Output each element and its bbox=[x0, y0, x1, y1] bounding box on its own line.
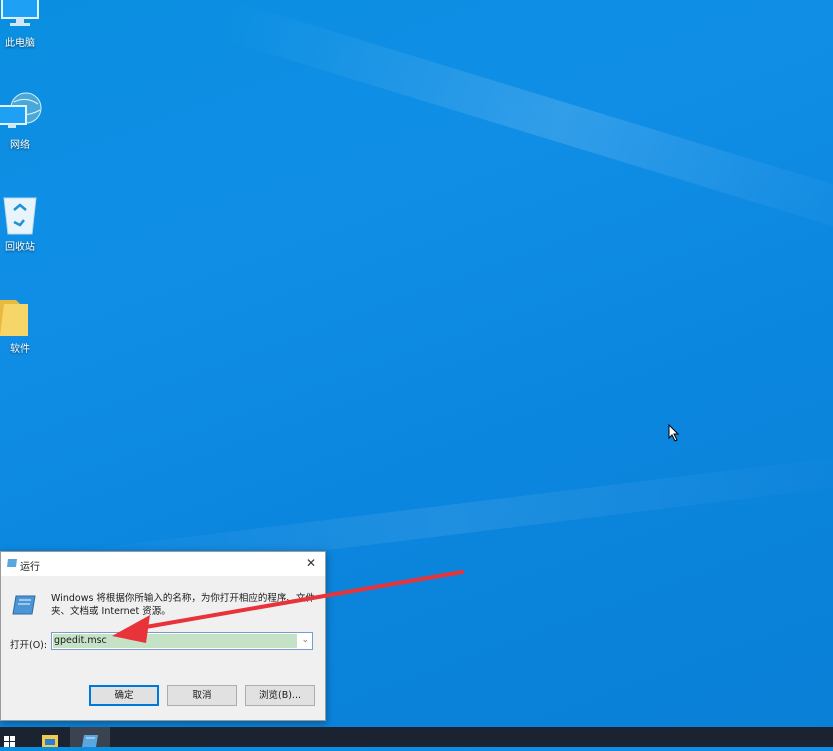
taskbar-run[interactable] bbox=[70, 727, 110, 747]
computer-icon bbox=[1, 0, 39, 26]
dialog-titlebar[interactable]: 运行 ✕ bbox=[1, 552, 325, 576]
run-dialog: 运行 ✕ Windows 将根据你所输入的名称，为你打开相应的程序、文件夹、文档… bbox=[0, 551, 326, 721]
taskbar-file-explorer[interactable] bbox=[36, 727, 64, 747]
desktop-icon-network[interactable]: 网络 bbox=[0, 90, 44, 151]
windows-logo-icon bbox=[4, 736, 15, 747]
dialog-description: Windows 将根据你所输入的名称，为你打开相应的程序、文件夹、文档或 Int… bbox=[51, 593, 315, 617]
cancel-button[interactable]: 取消 bbox=[167, 685, 237, 706]
run-command-input[interactable]: gpedit.msc ⌄ bbox=[51, 632, 313, 650]
run-command-value[interactable]: gpedit.msc bbox=[53, 634, 297, 648]
close-icon[interactable]: ✕ bbox=[297, 552, 325, 576]
desktop-icon-label: 回收站 bbox=[5, 242, 35, 253]
browse-button[interactable]: 浏览(B)... bbox=[245, 685, 315, 706]
taskbar bbox=[0, 727, 833, 747]
recycle-bin-icon bbox=[3, 197, 37, 235]
run-icon bbox=[82, 735, 98, 747]
chevron-down-icon[interactable]: ⌄ bbox=[301, 635, 309, 645]
desktop-icon-label: 软件 bbox=[10, 344, 30, 355]
desktop-icon-recycle-bin[interactable]: 回收站 bbox=[0, 192, 44, 253]
desktop-icon-software-folder[interactable]: 软件 bbox=[0, 294, 44, 355]
network-icon bbox=[0, 92, 42, 128]
start-button[interactable] bbox=[0, 727, 22, 747]
run-app-icon bbox=[12, 595, 36, 615]
run-icon bbox=[7, 559, 17, 567]
mouse-cursor-icon bbox=[668, 424, 680, 442]
ok-button[interactable]: 确定 bbox=[89, 685, 159, 706]
desktop-icon-label: 此电脑 bbox=[5, 38, 35, 49]
desktop-icon-this-pc[interactable]: 此电脑 bbox=[0, 0, 44, 49]
open-label: 打开(O): bbox=[10, 640, 48, 651]
folder-icon bbox=[0, 300, 28, 336]
dialog-title: 运行 bbox=[20, 562, 40, 573]
desktop-icon-label: 网络 bbox=[10, 140, 30, 151]
file-explorer-icon bbox=[42, 735, 58, 747]
